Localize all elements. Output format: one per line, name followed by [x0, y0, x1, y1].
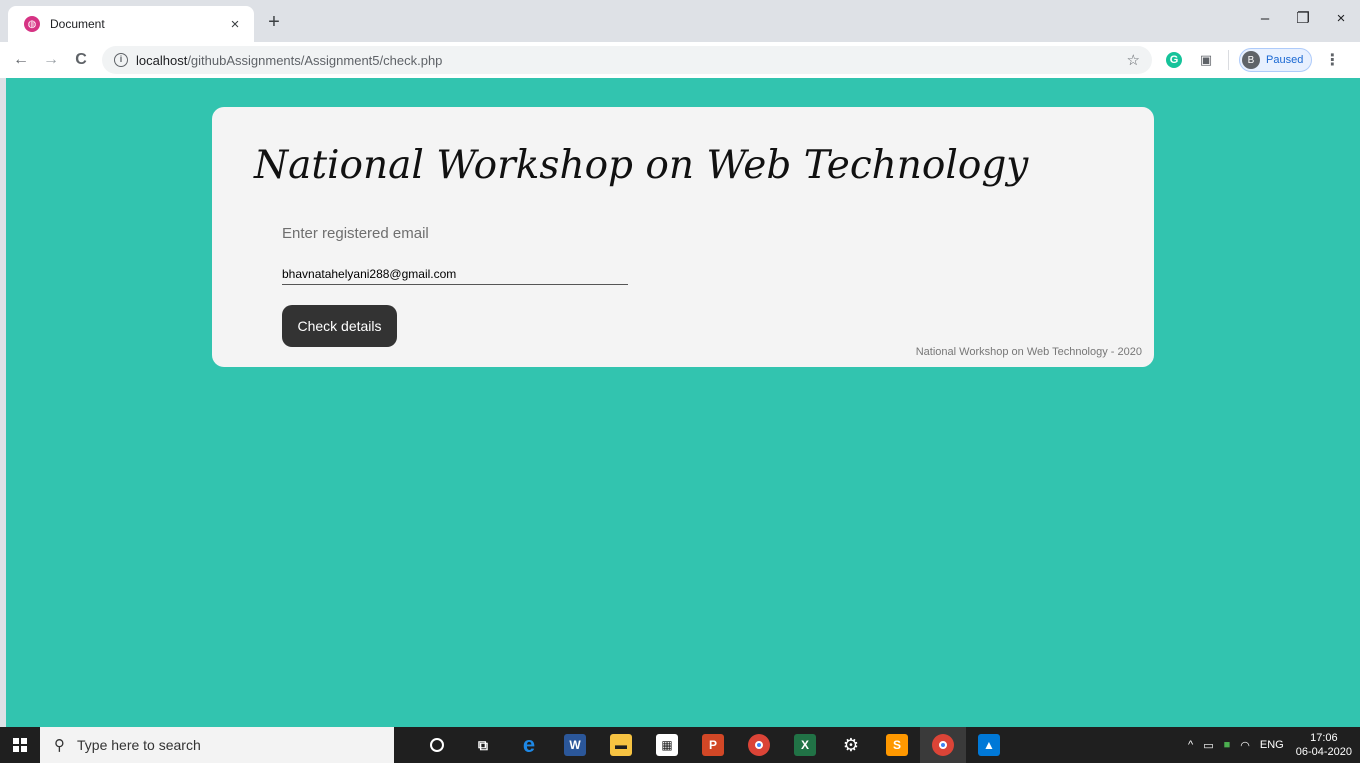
search-icon: ⚲ — [54, 737, 65, 754]
url-host: localhost — [136, 52, 188, 68]
profile-avatar: B — [1242, 51, 1260, 69]
browser-toolbar: ← → C i localhost/githubAssignments/Assi… — [0, 42, 1360, 78]
close-window-button[interactable]: × — [1322, 0, 1360, 36]
new-tab-button[interactable]: + — [262, 10, 286, 34]
tab-close-icon[interactable]: × — [226, 16, 244, 33]
minimize-button[interactable]: – — [1246, 0, 1284, 36]
powerpoint-icon[interactable]: P — [690, 727, 736, 763]
card-footer: National Workshop on Web Technology - 20… — [915, 346, 1142, 358]
windows-logo-icon — [13, 738, 27, 752]
forward-button[interactable]: → — [39, 48, 63, 72]
tray-expand-icon[interactable]: ^ — [1188, 739, 1193, 751]
workshop-card: National Workshop on Web Technology Ente… — [212, 107, 1154, 367]
task-view-icon[interactable]: ⧉ — [460, 727, 506, 763]
extension-icon[interactable]: ▣ — [1196, 50, 1216, 70]
app-tray-icon[interactable]: ■ — [1224, 739, 1231, 751]
window-controls: – ❐ × — [1246, 0, 1360, 36]
wifi-icon[interactable]: ◠ — [1240, 739, 1250, 752]
browser-tab[interactable]: ◍ Document × — [8, 6, 254, 42]
bookmark-star-icon[interactable]: ☆ — [1127, 51, 1140, 69]
tab-favicon-icon: ◍ — [24, 16, 40, 32]
page-title: National Workshop on Web Technology — [254, 143, 1029, 188]
page-viewport: National Workshop on Web Technology Ente… — [6, 78, 1360, 727]
url-path: /githubAssignments/Assignment5/check.php — [187, 52, 443, 68]
site-info-icon[interactable]: i — [114, 53, 128, 67]
file-explorer-icon[interactable]: ▬ — [598, 727, 644, 763]
clock-date: 06-04-2020 — [1295, 746, 1352, 758]
restore-button[interactable]: ❐ — [1284, 0, 1322, 36]
chrome-profile-icon[interactable] — [920, 727, 966, 763]
chrome-icon[interactable] — [736, 727, 782, 763]
cortana-icon[interactable] — [414, 727, 460, 763]
url-text[interactable]: localhost/githubAssignments/Assignment5/… — [136, 53, 1127, 68]
excel-icon[interactable]: X — [782, 727, 828, 763]
store-icon[interactable]: ▦ — [644, 727, 690, 763]
clock[interactable]: 17:06 06-04-2020 — [1296, 731, 1352, 759]
settings-icon[interactable]: ⚙ — [828, 727, 874, 763]
grammarly-extension-icon[interactable]: G — [1164, 50, 1184, 70]
browser-tabstrip: ◍ Document × + – ❐ × — [0, 0, 1360, 42]
check-details-button[interactable]: Check details — [282, 305, 397, 347]
email-label: Enter registered email — [282, 225, 429, 242]
tab-title: Document — [50, 17, 105, 31]
battery-icon[interactable]: ▭ — [1203, 739, 1213, 752]
browser-menu-icon[interactable]: ⋮ — [1324, 50, 1340, 70]
system-tray: ^ ▭ ■ ◠ ENG 17:06 06-04-2020 — [1178, 727, 1352, 763]
word-icon[interactable]: W — [552, 727, 598, 763]
start-button[interactable] — [0, 727, 40, 763]
edge-icon[interactable]: e — [506, 727, 552, 763]
email-input[interactable] — [282, 263, 628, 285]
clock-time: 17:06 — [1310, 732, 1338, 744]
profile-button[interactable]: B Paused — [1239, 48, 1313, 72]
profile-status: Paused — [1266, 54, 1304, 66]
photos-icon[interactable]: ▲ — [966, 727, 1012, 763]
taskbar-apps: ⧉ e W ▬ ▦ P X ⚙ S ▲ — [414, 727, 1012, 763]
windows-taskbar: ⚲ Type here to search ⧉ e W ▬ ▦ P X ⚙ S … — [0, 727, 1360, 763]
toolbar-divider — [1228, 50, 1229, 70]
address-bar[interactable]: i localhost/githubAssignments/Assignment… — [102, 46, 1152, 74]
search-placeholder: Type here to search — [77, 737, 201, 753]
sublime-icon[interactable]: S — [874, 727, 920, 763]
taskbar-search[interactable]: ⚲ Type here to search — [40, 727, 394, 763]
language-indicator[interactable]: ENG — [1260, 739, 1284, 751]
back-button[interactable]: ← — [9, 48, 33, 72]
reload-button[interactable]: C — [69, 48, 93, 72]
